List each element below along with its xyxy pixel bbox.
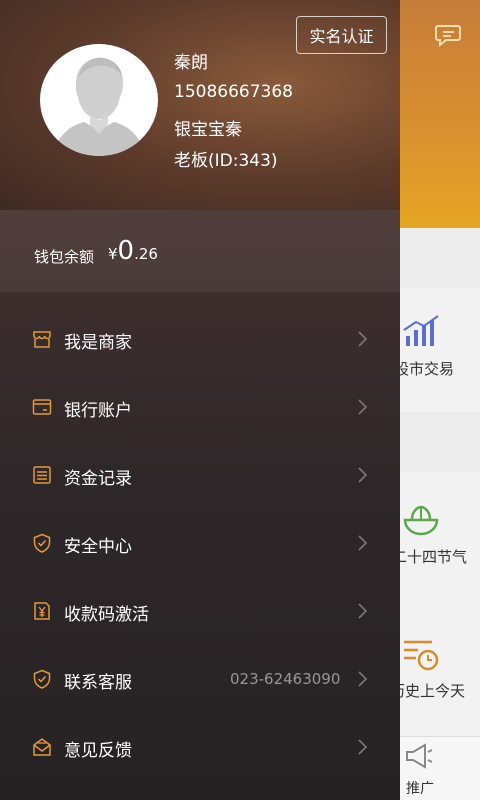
menu-item-label: 资金记录 bbox=[64, 469, 132, 489]
chevron-right-icon bbox=[358, 535, 368, 551]
balance-integer: 0 bbox=[117, 236, 135, 266]
menu-item-label: 银行账户 bbox=[64, 401, 132, 421]
shield-check-icon bbox=[33, 533, 51, 553]
balance-decimal: .26 bbox=[134, 245, 158, 263]
qr-yuan-icon bbox=[34, 602, 50, 620]
avatar[interactable] bbox=[40, 44, 158, 156]
bg-item-label: 二十四节气 bbox=[392, 548, 468, 566]
history-clock-icon[interactable] bbox=[402, 636, 440, 672]
user-role: 老板(ID:343) bbox=[174, 151, 278, 171]
chevron-right-icon bbox=[358, 603, 368, 619]
menu-item-label: 收款码激活 bbox=[64, 605, 149, 625]
user-phone: 15086667368 bbox=[174, 82, 293, 102]
menu-item-label: 我是商家 bbox=[64, 333, 132, 353]
bg-item-label: 推广 bbox=[406, 781, 434, 797]
wallet-balance-label: 钱包余额 bbox=[34, 248, 95, 266]
menu-item-label: 意见反馈 bbox=[64, 741, 132, 761]
leaf-bowl-icon[interactable] bbox=[402, 502, 440, 538]
wallet-balance-value[interactable]: ¥0.26 bbox=[108, 236, 158, 266]
bg-item-label: 历史上今天 bbox=[390, 682, 466, 700]
currency-symbol: ¥ bbox=[108, 245, 118, 263]
megaphone-icon[interactable] bbox=[404, 742, 434, 770]
side-drawer: 实名认证 秦朗 15086667368 银宝宝秦 老板(ID:343) 钱包余额… bbox=[0, 0, 400, 800]
chevron-right-icon bbox=[358, 399, 368, 415]
chevron-right-icon bbox=[358, 331, 368, 347]
menu-item-customer-service[interactable]: 联系客服 023-62463090 bbox=[0, 646, 400, 714]
menu-item-label: 安全中心 bbox=[64, 537, 132, 557]
chevron-right-icon bbox=[358, 467, 368, 483]
menu-item-bank-account[interactable]: 银行账户 bbox=[0, 374, 400, 442]
menu-item-feedback[interactable]: 意见反馈 bbox=[0, 714, 400, 782]
bg-item-label: 股市交易 bbox=[394, 360, 455, 378]
menu-item-merchant[interactable]: 我是商家 bbox=[0, 306, 400, 374]
chevron-right-icon bbox=[358, 739, 368, 755]
user-nickname: 银宝宝秦 bbox=[174, 120, 242, 140]
menu-item-qr-activation[interactable]: 收款码激活 bbox=[0, 578, 400, 646]
stock-chart-icon[interactable] bbox=[402, 312, 442, 348]
customer-service-phone[interactable]: 023-62463090 bbox=[230, 670, 340, 688]
store-icon bbox=[33, 331, 51, 348]
real-name-verify-button[interactable]: 实名认证 bbox=[296, 16, 387, 54]
user-name: 秦朗 bbox=[174, 53, 208, 73]
chat-icon[interactable] bbox=[434, 20, 462, 48]
menu-item-fund-records[interactable]: 资金记录 bbox=[0, 442, 400, 510]
feedback-mail-icon bbox=[33, 738, 51, 756]
menu-item-security-center[interactable]: 安全中心 bbox=[0, 510, 400, 578]
bank-card-icon bbox=[32, 399, 52, 415]
menu-item-label: 联系客服 bbox=[64, 673, 132, 693]
chevron-right-icon bbox=[358, 671, 368, 687]
default-avatar-icon bbox=[54, 57, 144, 156]
list-icon bbox=[33, 466, 51, 484]
shield-phone-icon bbox=[33, 669, 51, 689]
